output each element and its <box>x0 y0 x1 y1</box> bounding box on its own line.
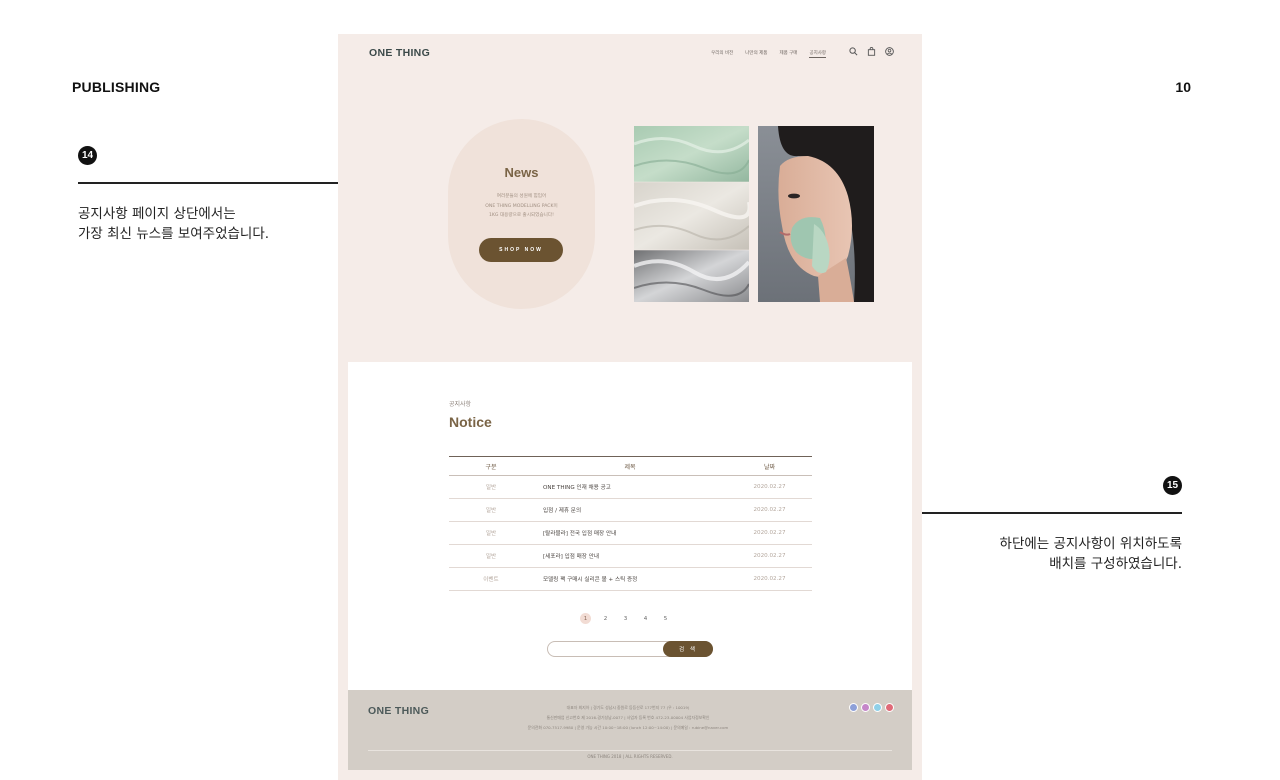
callout-divider <box>922 512 1182 514</box>
row-title-link[interactable]: 모델링 팩 구매시 실리콘 볼 + 스틱 증정 <box>533 567 727 591</box>
website-mockup: ONE THING 우리의 비전 나만의 제품 제품 구매 공지사항 News … <box>338 34 922 780</box>
row-category: 일반 <box>449 498 533 522</box>
row-title-link[interactable]: [랄라블라] 전국 입점 매장 안내 <box>533 521 727 545</box>
footer-social-links <box>849 703 894 712</box>
table-row[interactable]: 일반 [랄라블라] 전국 입점 매장 안내 2020.02.27 <box>449 521 812 545</box>
callout-divider <box>78 182 338 184</box>
hero-description-line: 1KG 대용량으로 출시되었습니다! <box>489 213 554 218</box>
page-link-1[interactable]: 1 <box>580 613 591 624</box>
nav-item-purchase[interactable]: 제품 구매 <box>779 50 797 58</box>
instagram-icon[interactable] <box>861 703 870 712</box>
search-icon[interactable] <box>849 47 858 56</box>
callout-line: 공지사항 페이지 상단에서는 <box>78 206 236 222</box>
site-footer: ONE THING 대표자 최지아 | 경기도 성남시 중원로 등등산로 177… <box>348 690 912 770</box>
user-icon[interactable] <box>885 47 894 56</box>
nav-item-my-product[interactable]: 나만의 제품 <box>745 50 767 58</box>
nav-item-notice[interactable]: 공지사항 <box>809 50 826 58</box>
row-date: 2020.02.27 <box>727 498 812 522</box>
footer-company-info: 대표자 최지아 | 경기도 성남시 중원로 등등산로 177번지 77 (우 :… <box>478 703 778 733</box>
hero-description-line: ONE THING MODELLING PACK이 <box>485 203 558 209</box>
callout-number-badge: 14 <box>78 146 97 165</box>
header-icons <box>849 47 894 56</box>
table-row[interactable]: 일반 ONE THING 인재 채용 공고 2020.02.27 <box>449 475 812 499</box>
notice-title: Notice <box>449 414 492 430</box>
page-link-4[interactable]: 4 <box>640 613 651 624</box>
column-header-title: 제목 <box>533 456 727 476</box>
brand-logo[interactable]: ONE THING <box>369 47 430 59</box>
notice-section: 공지사항 Notice 구분 제목 날짜 일반 ONE THING 인재 채용 … <box>348 362 912 690</box>
table-header-row: 구분 제목 날짜 <box>449 456 812 476</box>
notice-table: 구분 제목 날짜 일반 ONE THING 인재 채용 공고 2020.02.2… <box>449 456 812 591</box>
row-category: 일반 <box>449 521 533 545</box>
row-date: 2020.02.27 <box>727 521 812 545</box>
row-date: 2020.02.27 <box>727 567 812 591</box>
shop-now-button[interactable]: SHOP NOW <box>479 238 563 262</box>
presentation-page-number: 10 <box>1175 79 1191 95</box>
hero-description-line: 여러분들의 성원에 힘입어 <box>496 194 547 199</box>
row-title-link[interactable]: ONE THING 인재 채용 공고 <box>533 475 727 499</box>
table-row[interactable]: 이벤트 모델링 팩 구매시 실리콘 볼 + 스틱 증정 2020.02.27 <box>449 567 812 591</box>
footer-brand-logo[interactable]: ONE THING <box>368 705 429 717</box>
table-row[interactable]: 일반 입점 / 제휴 문의 2020.02.27 <box>449 498 812 522</box>
facebook-icon[interactable] <box>849 703 858 712</box>
pagination: 1 2 3 4 5 <box>580 613 671 624</box>
row-category: 이벤트 <box>449 567 533 591</box>
footer-info-line: 대표자 최지아 | 경기도 성남시 중원로 등등산로 177번지 77 (우 :… <box>566 705 690 710</box>
callout-line: 하단에는 공지사항이 위치하도록 <box>999 536 1182 552</box>
site-header: ONE THING 우리의 비전 나만의 제품 제품 구매 공지사항 <box>338 34 922 74</box>
twitter-icon[interactable] <box>873 703 882 712</box>
row-title-link[interactable]: [세포라] 입점 매장 안내 <box>533 544 727 568</box>
notice-search-button[interactable]: 검 색 <box>663 641 713 657</box>
shopping-bag-icon[interactable] <box>867 47 876 56</box>
notice-search-input[interactable] <box>556 644 656 654</box>
page-link-3[interactable]: 3 <box>620 613 631 624</box>
model-portrait-image <box>758 126 874 302</box>
page-link-5[interactable]: 5 <box>660 613 671 624</box>
callout-number-badge: 15 <box>1163 476 1182 495</box>
callout-description: 하단에는 공지사항이 위치하도록 배치를 구성하였습니다. <box>1000 534 1182 574</box>
main-nav: 우리의 비전 나만의 제품 제품 구매 공지사항 <box>711 50 826 58</box>
nav-item-vision[interactable]: 우리의 비전 <box>711 50 733 58</box>
column-header-category: 구분 <box>449 456 533 476</box>
table-row[interactable]: 일반 [세포라] 입점 매장 안내 2020.02.27 <box>449 544 812 568</box>
row-date: 2020.02.27 <box>727 475 812 499</box>
row-category: 일반 <box>449 544 533 568</box>
row-title-link[interactable]: 입점 / 제휴 문의 <box>533 498 727 522</box>
column-header-date: 날짜 <box>727 456 812 476</box>
footer-info-line: 통신판매업 신고번호 제 2016-경기성남-0077 | 사업자 등록 번호 … <box>546 715 710 720</box>
footer-copyright: ONE THING 2018 | ALL RIGHTS RESERVED. <box>587 754 673 759</box>
callout-description: 공지사항 페이지 상단에서는 가장 최신 뉴스를 보여주었습니다. <box>78 204 269 244</box>
youtube-icon[interactable] <box>885 703 894 712</box>
footer-info-line: 문의전화 070-7517-9980 | 운영 가능 시간 10:00~18:0… <box>527 725 729 730</box>
presentation-section-title: PUBLISHING <box>72 79 161 95</box>
hero-title: News <box>504 165 539 180</box>
callout-line: 가장 최신 뉴스를 보여주었습니다. <box>78 226 270 242</box>
hero-description: 여러분들의 성원에 힘입어 ONE THING MODELLING PACK이 … <box>448 192 595 221</box>
texture-collage-image <box>634 126 749 302</box>
row-date: 2020.02.27 <box>727 544 812 568</box>
callout-line: 배치를 구성하였습니다. <box>1049 556 1182 572</box>
notice-subtitle: 공지사항 <box>449 401 472 408</box>
page-link-2[interactable]: 2 <box>600 613 611 624</box>
row-category: 일반 <box>449 475 533 499</box>
footer-divider <box>368 750 892 751</box>
